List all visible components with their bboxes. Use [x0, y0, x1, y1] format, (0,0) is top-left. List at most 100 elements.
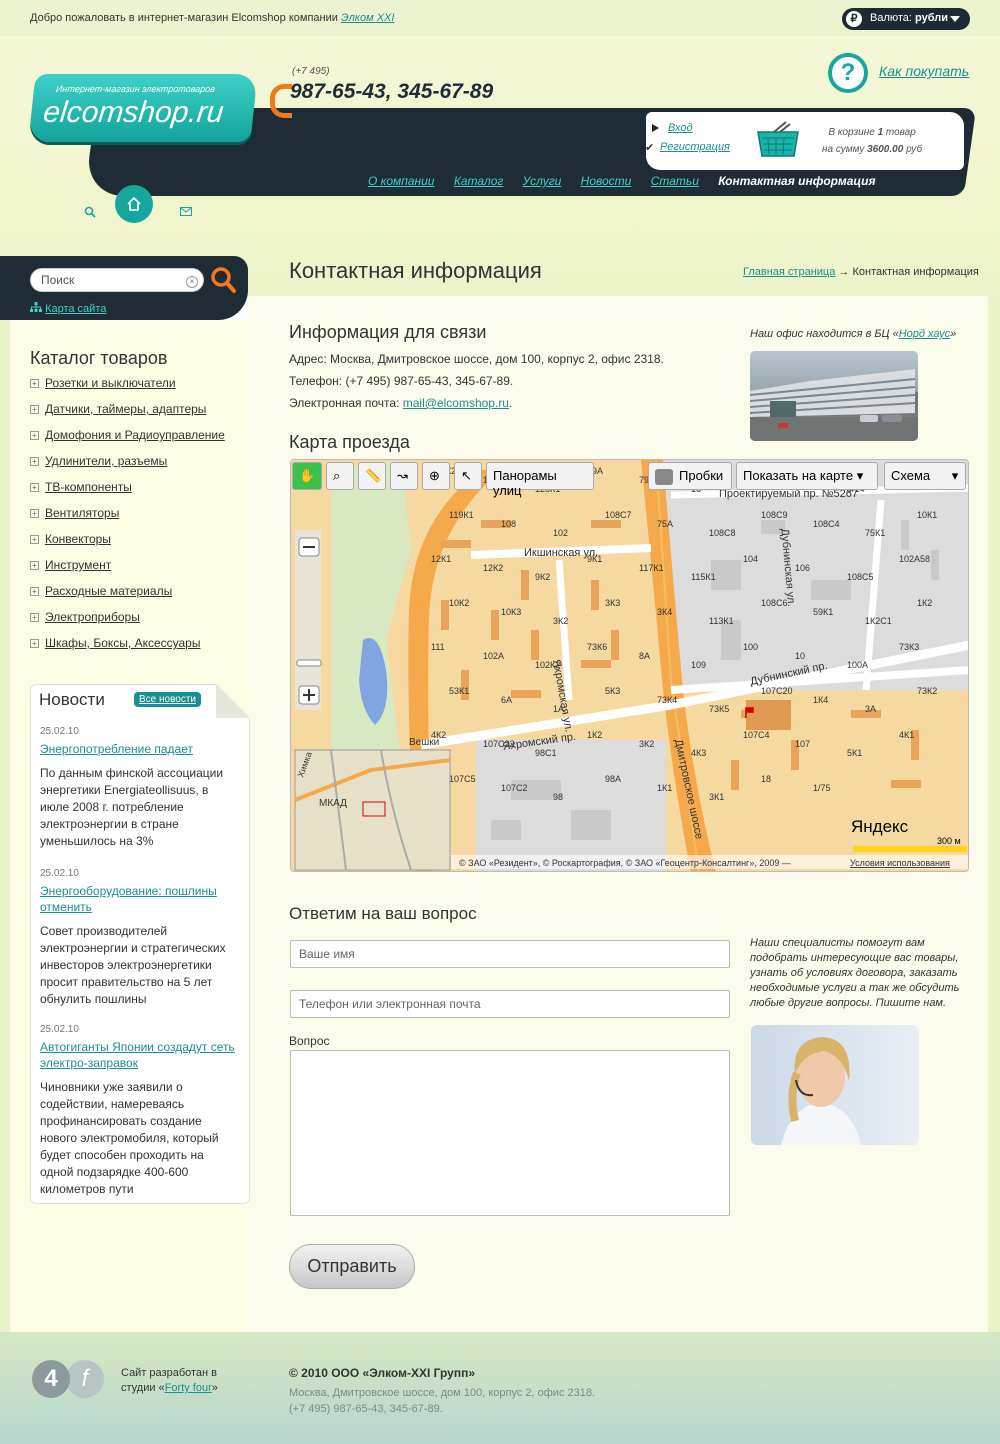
news-text: По данным финской ассоциации энергетики …	[40, 766, 224, 848]
studio-logo-f[interactable]: f	[66, 1360, 104, 1398]
plus-icon[interactable]: +	[30, 561, 39, 571]
question-textarea[interactable]	[290, 1050, 730, 1216]
select-button[interactable]: ↖	[454, 462, 482, 490]
how-to-buy-link[interactable]: Как покупать	[879, 63, 969, 79]
basket-icon[interactable]	[754, 120, 802, 158]
breadcrumb-home[interactable]: Главная страница	[743, 266, 835, 278]
catalog-link[interactable]: Домофония и Радиоуправление	[45, 428, 225, 442]
developer-pre: студии «	[121, 1382, 165, 1394]
catalog-link[interactable]: Конвекторы	[45, 532, 111, 546]
catalog-item[interactable]: + Домофония и Радиоуправление	[30, 428, 240, 454]
plus-icon[interactable]: +	[30, 639, 39, 649]
map-canvas[interactable]: Проектируемый пр. №5267 Икшинская ул. Ях…	[291, 460, 969, 872]
nav-articles[interactable]: Статьи	[651, 174, 699, 188]
catalog-link[interactable]: Датчики, таймеры, адаптеры	[45, 402, 206, 416]
catalog-item[interactable]: + Электроприборы	[30, 610, 240, 636]
news-link[interactable]: Автогиганты Японии создадут сеть электро…	[40, 1039, 235, 1071]
catalog-link[interactable]: ТВ-компоненты	[45, 480, 132, 494]
plus-icon[interactable]: +	[30, 379, 39, 389]
office-photo[interactable]	[750, 351, 918, 441]
nav-catalog[interactable]: Каталог	[454, 174, 504, 188]
news-link[interactable]: Энергооборудование: пошлины отменить	[40, 883, 235, 915]
catalog-link[interactable]: Расходные материалы	[45, 584, 172, 598]
register-link[interactable]: Регистрация	[660, 141, 730, 153]
route-map[interactable]: Проектируемый пр. №5267 Икшинская ул. Ях…	[290, 459, 969, 872]
name-input[interactable]: Ваше имя	[290, 940, 730, 968]
plus-icon[interactable]: +	[30, 587, 39, 597]
cart-sum: 3600.00	[867, 144, 904, 155]
email-link[interactable]: mail@elcomshop.ru	[403, 396, 509, 410]
nav-contacts[interactable]: Контактная информация	[718, 174, 875, 188]
login-link[interactable]: Вход	[668, 122, 693, 134]
search-button[interactable]	[210, 266, 236, 294]
catalog-item[interactable]: + Инструмент	[30, 558, 240, 584]
panoramas-button[interactable]: Панорамы улиц	[486, 462, 594, 498]
breadcrumb: Главная страница → Контактная информация	[743, 266, 979, 278]
catalog-item[interactable]: + ТВ-компоненты	[30, 480, 240, 506]
contact-input[interactable]: Телефон или электронная почта	[290, 990, 730, 1018]
zoom-slider-handle[interactable]	[296, 659, 322, 667]
map-type-dropdown[interactable]: Схема ▾	[884, 462, 966, 490]
cart-count-pre: В корзине	[828, 127, 875, 138]
hand-tool-button[interactable]: ✋	[292, 462, 322, 490]
search-input[interactable]: Поиск	[30, 268, 204, 292]
cart-sum-line: на сумму 3600.00 руб	[822, 141, 922, 158]
catalog-link[interactable]: Вентиляторы	[45, 506, 119, 520]
currency-selector[interactable]: ₽ Валюта: рубли	[842, 8, 970, 30]
all-news-link[interactable]: Все новости	[134, 692, 202, 707]
catalog-item[interactable]: + Расходные материалы	[30, 584, 240, 610]
studio-logo-4[interactable]: 4	[32, 1360, 70, 1398]
catalog-link[interactable]: Розетки и выключатели	[45, 376, 176, 390]
news-text: Совет производителей электроэнергии и ст…	[40, 924, 226, 1006]
plus-icon[interactable]: +	[30, 431, 39, 441]
send-button[interactable]: Отправить	[289, 1244, 415, 1289]
home-icon[interactable]	[115, 185, 153, 223]
house-number-label: 1К2	[917, 598, 932, 608]
sitemap-link[interactable]: Карта сайта	[45, 303, 106, 315]
help-icon[interactable]: ?	[828, 53, 868, 93]
house-number-label: 73К2	[917, 686, 937, 696]
catalog-link[interactable]: Шкафы, Боксы, Аксессуары	[45, 636, 200, 650]
house-number-label: 3К4	[657, 607, 672, 617]
magnifier-icon: ⌕	[333, 468, 341, 483]
plus-icon[interactable]: +	[30, 457, 39, 467]
map-terms-link[interactable]: Условия использования	[850, 858, 950, 868]
show-on-map-dropdown[interactable]: Показать на карте ▾	[736, 462, 878, 490]
house-number-label: 5К3	[605, 686, 620, 696]
studio-link[interactable]: Forty four	[165, 1382, 212, 1394]
route-button[interactable]: ↝	[390, 462, 418, 490]
plus-icon[interactable]: +	[30, 535, 39, 545]
magnifier-button[interactable]: ⌕	[326, 462, 354, 490]
plus-icon[interactable]: +	[30, 405, 39, 415]
catalog-item[interactable]: + Розетки и выключатели	[30, 376, 240, 402]
house-number-label: 100А	[847, 660, 868, 670]
site-logo[interactable]: Интернет-магазин электротоваров elcomsho…	[28, 74, 258, 142]
add-point-button[interactable]: ⊕	[422, 462, 450, 490]
traffic-button[interactable]: Пробки	[648, 462, 732, 490]
search-icon[interactable]	[70, 192, 110, 232]
catalog-item[interactable]: + Вентиляторы	[30, 506, 240, 532]
nav-services[interactable]: Услуги	[523, 174, 562, 188]
ruler-icon: 📏	[365, 468, 382, 483]
ruler-button[interactable]: 📏	[358, 462, 386, 490]
catalog-link[interactable]: Электроприборы	[45, 610, 140, 624]
clear-icon[interactable]: ×	[186, 276, 198, 288]
plus-icon[interactable]: +	[30, 483, 39, 493]
catalog-item[interactable]: + Конвекторы	[30, 532, 240, 558]
office-link[interactable]: Норд хаус	[899, 328, 950, 340]
plus-icon[interactable]: +	[30, 613, 39, 623]
nav-about[interactable]: О компании	[368, 174, 434, 188]
house-number-label: 98А	[605, 774, 621, 784]
page-curl	[216, 684, 250, 718]
mail-icon[interactable]	[166, 192, 206, 232]
news-link[interactable]: Энергопотребление падает	[40, 741, 235, 757]
company-link[interactable]: Элком XXI	[341, 12, 394, 24]
nav-news[interactable]: Новости	[581, 174, 632, 188]
developer-credit: Сайт разработан в студии «Forty four»	[121, 1366, 218, 1396]
catalog-item[interactable]: + Удлинители, разъемы	[30, 454, 240, 480]
catalog-link[interactable]: Удлинители, разъемы	[45, 454, 167, 468]
catalog-link[interactable]: Инструмент	[45, 558, 111, 572]
catalog-item[interactable]: + Датчики, таймеры, адаптеры	[30, 402, 240, 428]
catalog-item[interactable]: + Шкафы, Боксы, Аксессуары	[30, 636, 240, 662]
plus-icon[interactable]: +	[30, 509, 39, 519]
